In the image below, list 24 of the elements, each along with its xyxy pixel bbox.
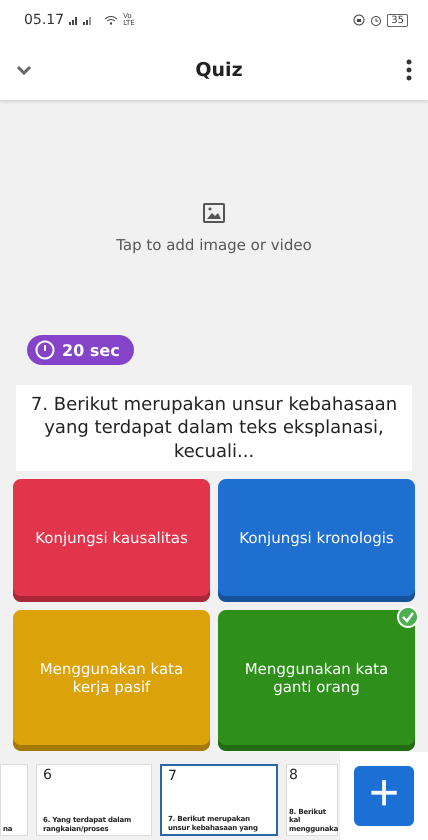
answer-text: Menggunakan kata ganti orang (244, 660, 390, 696)
answer-text: Konjungsi kronologis (239, 528, 394, 547)
answer-text: Menggunakan kata kerja pasif (38, 660, 184, 696)
question-text[interactable]: 7. Berikut merupakan unsur kebahasaan yang terdapat dalam teks eksplanasi, kecuali... (16, 385, 412, 472)
image-icon[interactable] (202, 202, 226, 224)
answer-option[interactable]: Konjungsi kronologis (218, 479, 415, 602)
answer-text: Konjungsi kausalitas (35, 528, 188, 547)
add-slide-button[interactable]: + (354, 766, 414, 826)
timer-button[interactable]: 20 sec (27, 335, 134, 365)
chevron-down-icon[interactable] (16, 65, 32, 75)
battery-level: 35 (387, 14, 408, 26)
slide-number: 6 (43, 767, 53, 783)
alarm-icon (370, 14, 382, 26)
wifi-icon (104, 15, 118, 25)
lock-icon (353, 14, 366, 26)
status-time: 05.17 (24, 12, 64, 28)
slide-number: 8 (289, 767, 299, 783)
screen-title: Quiz (195, 59, 243, 81)
add-media-prompt[interactable]: Tap to add image or video (116, 236, 312, 254)
check-icon[interactable] (397, 606, 419, 628)
timer-icon (35, 340, 55, 360)
answer-option[interactable]: Konjungsi kausalitas (13, 479, 210, 602)
menu-icon[interactable] (406, 59, 412, 81)
slide-number: 7 (168, 768, 178, 784)
